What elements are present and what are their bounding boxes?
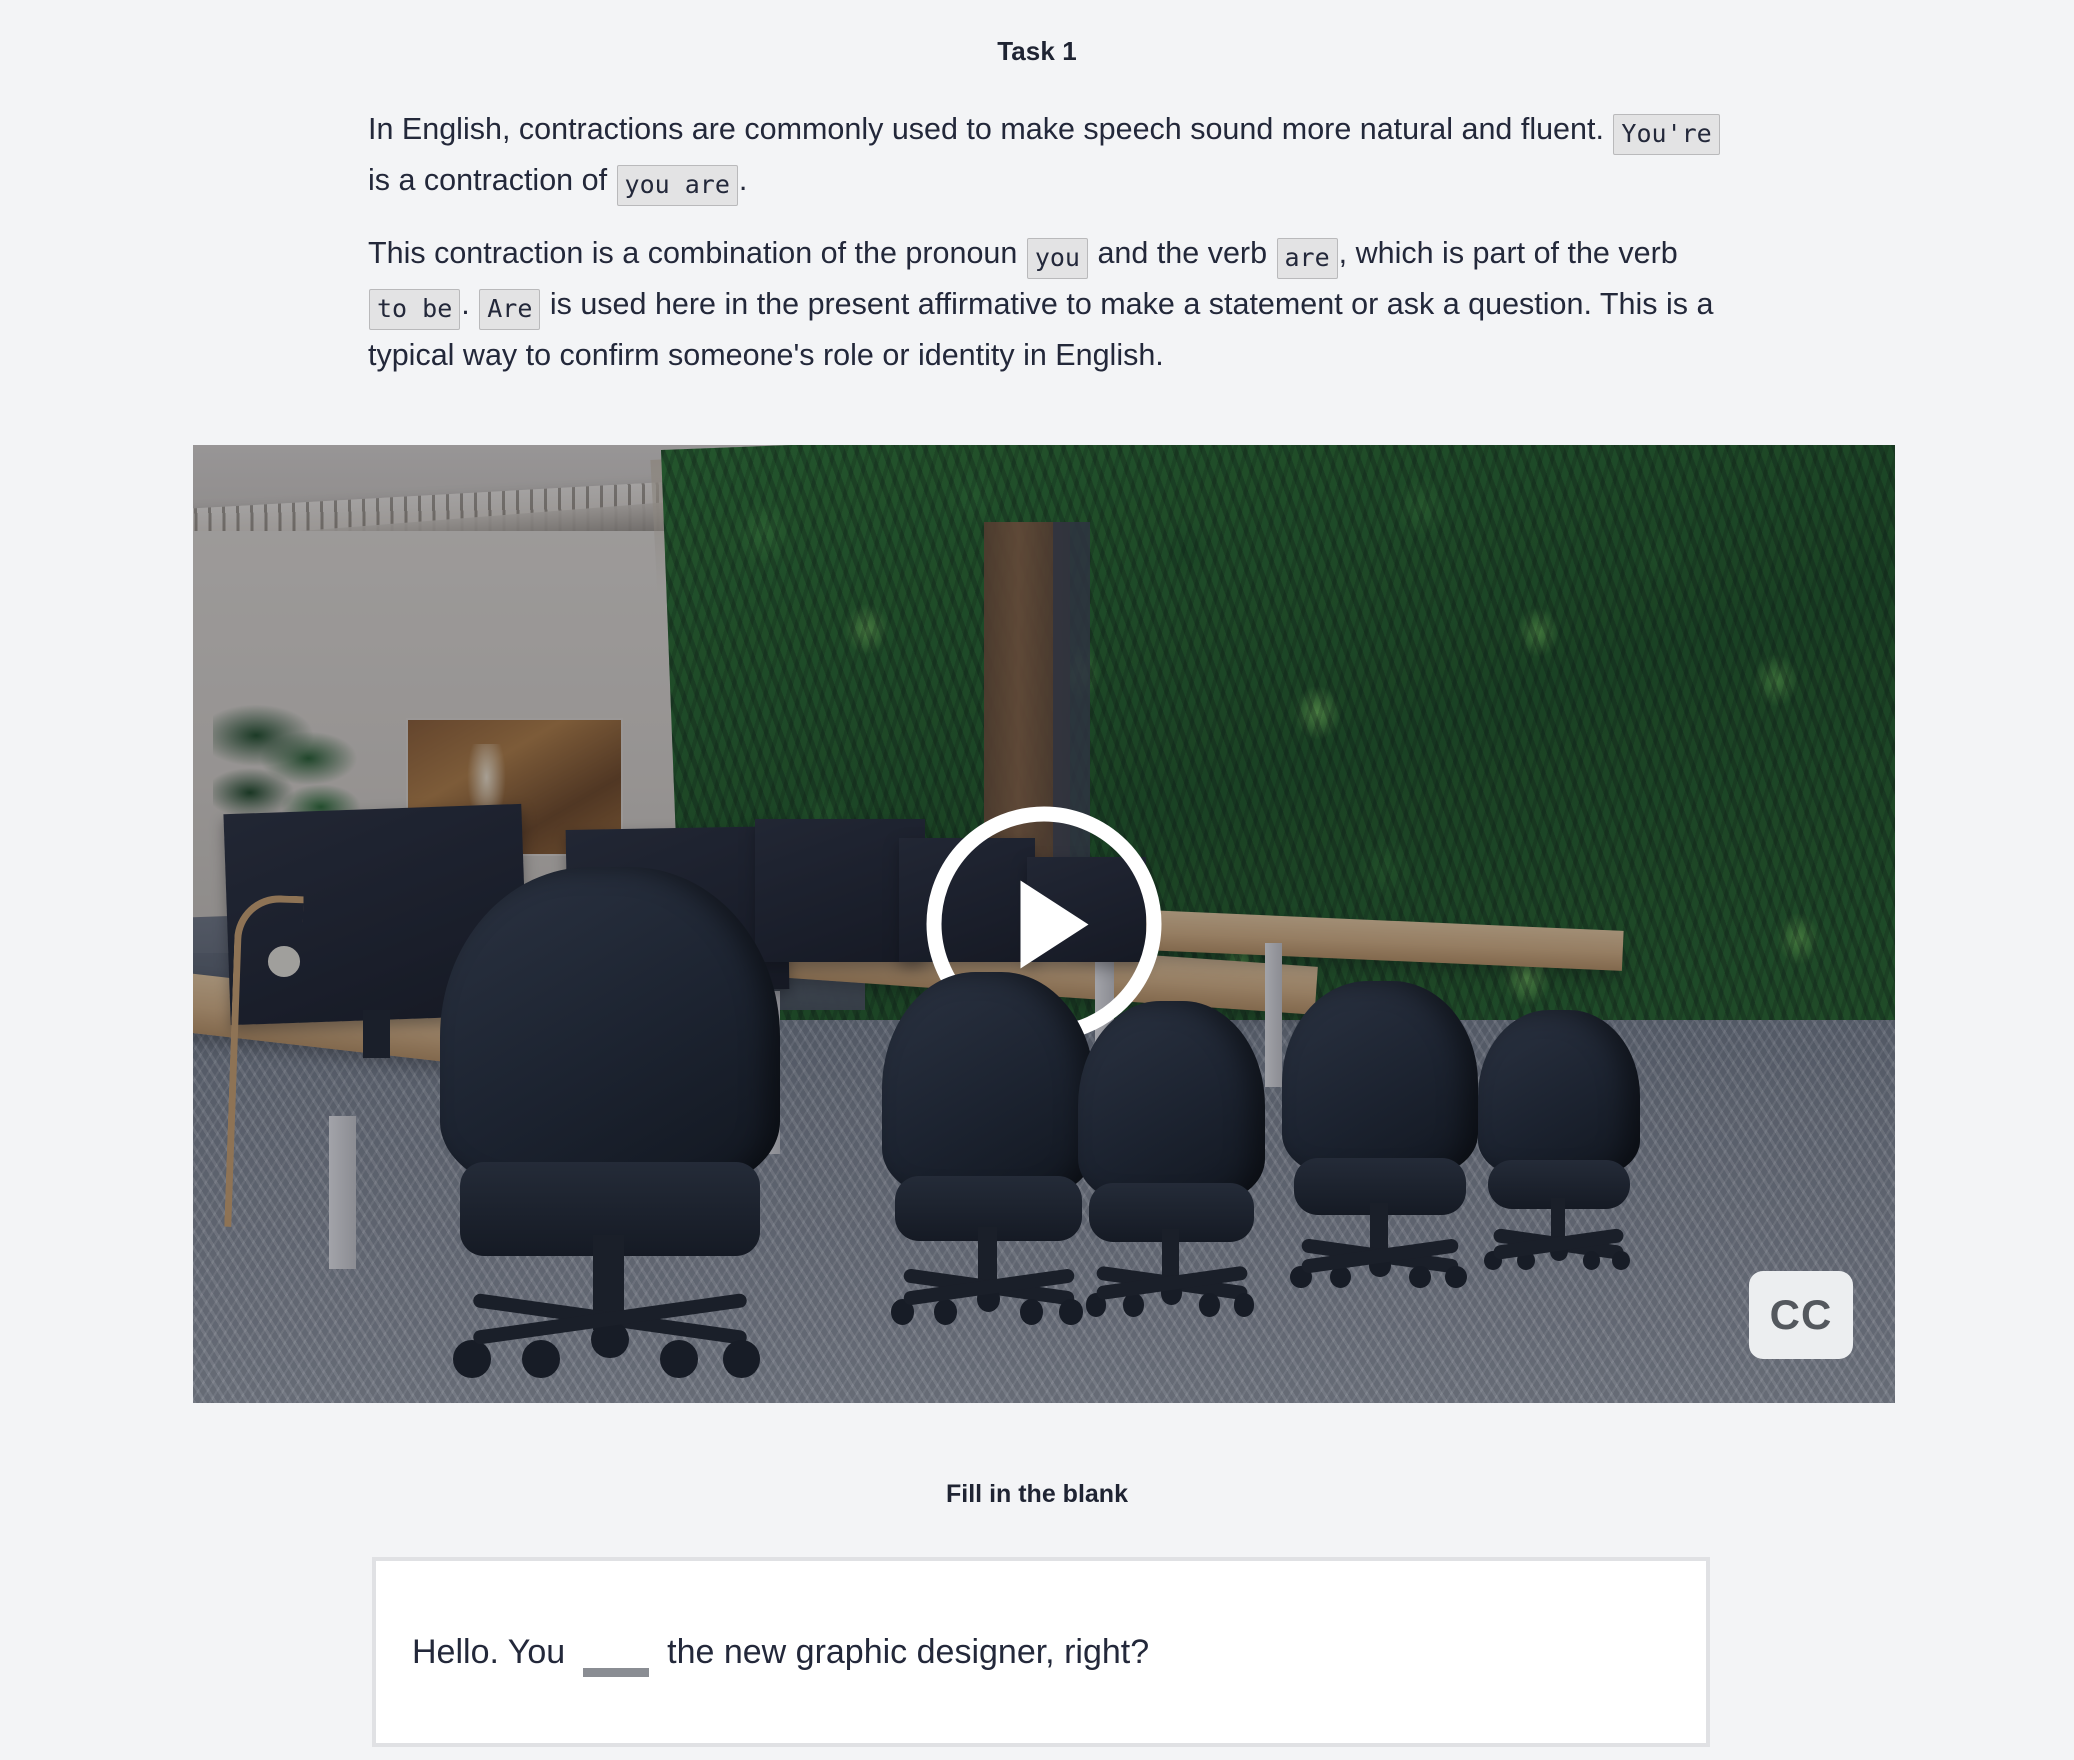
page-title: Task 1	[997, 36, 1077, 66]
closed-captions-button[interactable]: CC	[1749, 1271, 1853, 1359]
explanation-text: is a contraction of	[368, 163, 616, 197]
explanation-text: and the verb	[1088, 236, 1276, 270]
chair-base	[1085, 1274, 1258, 1317]
code-token-you: you	[1026, 238, 1088, 279]
fill-in-the-blank-heading: Fill in the blank	[946, 1480, 1128, 1508]
chair-base	[1290, 1247, 1470, 1289]
blank-input[interactable]	[583, 1668, 650, 1677]
play-triangle	[1020, 880, 1088, 968]
code-token-are: are	[1276, 238, 1338, 279]
explanation-text: This contraction is a combination of the…	[368, 236, 1026, 270]
explanation-block: In English, contractions are commonly us…	[368, 104, 1733, 395]
chair-back	[882, 971, 1096, 1198]
office-chair-foreground	[439, 866, 781, 1394]
code-token-to-be: to be	[369, 289, 461, 330]
chair-back	[1478, 1010, 1640, 1177]
sentence-before-blank: Hello. You	[412, 1633, 566, 1671]
office-chair	[1478, 1010, 1640, 1278]
answer-input-box[interactable]: Hello. You the new graphic designer, righ…	[372, 1557, 1710, 1747]
explanation-text: .	[461, 287, 479, 321]
explanation-text: .	[738, 163, 748, 197]
chair-base	[453, 1309, 766, 1378]
code-token-you-are: you are	[616, 165, 738, 206]
explanation-paragraph-1: In English, contractions are commonly us…	[368, 104, 1733, 206]
chair-base	[1484, 1236, 1633, 1271]
explanation-text: is used here in the present affirmative …	[368, 287, 1714, 372]
office-chair	[1078, 1000, 1266, 1327]
office-chair	[1282, 981, 1478, 1297]
chair-back	[439, 866, 781, 1194]
office-chair	[882, 971, 1096, 1336]
code-token-are-capital: Are	[479, 289, 541, 330]
explanation-text: In English, contractions are commonly us…	[368, 112, 1613, 146]
code-token-youre: You're	[1613, 114, 1720, 155]
chair-back	[1282, 981, 1478, 1178]
answer-sentence: Hello. You the new graphic designer, righ…	[412, 1630, 1150, 1677]
chair-back	[1078, 1000, 1266, 1203]
sentence-after-blank: the new graphic designer, right?	[667, 1633, 1150, 1671]
explanation-paragraph-2: This contraction is a combination of the…	[368, 228, 1733, 381]
explanation-text: , which is part of the verb	[1338, 236, 1678, 270]
video-player[interactable]: CC	[193, 445, 1895, 1403]
task-page: Task 1 In English, contractions are comm…	[0, 0, 2074, 1760]
chair-base	[890, 1278, 1087, 1325]
